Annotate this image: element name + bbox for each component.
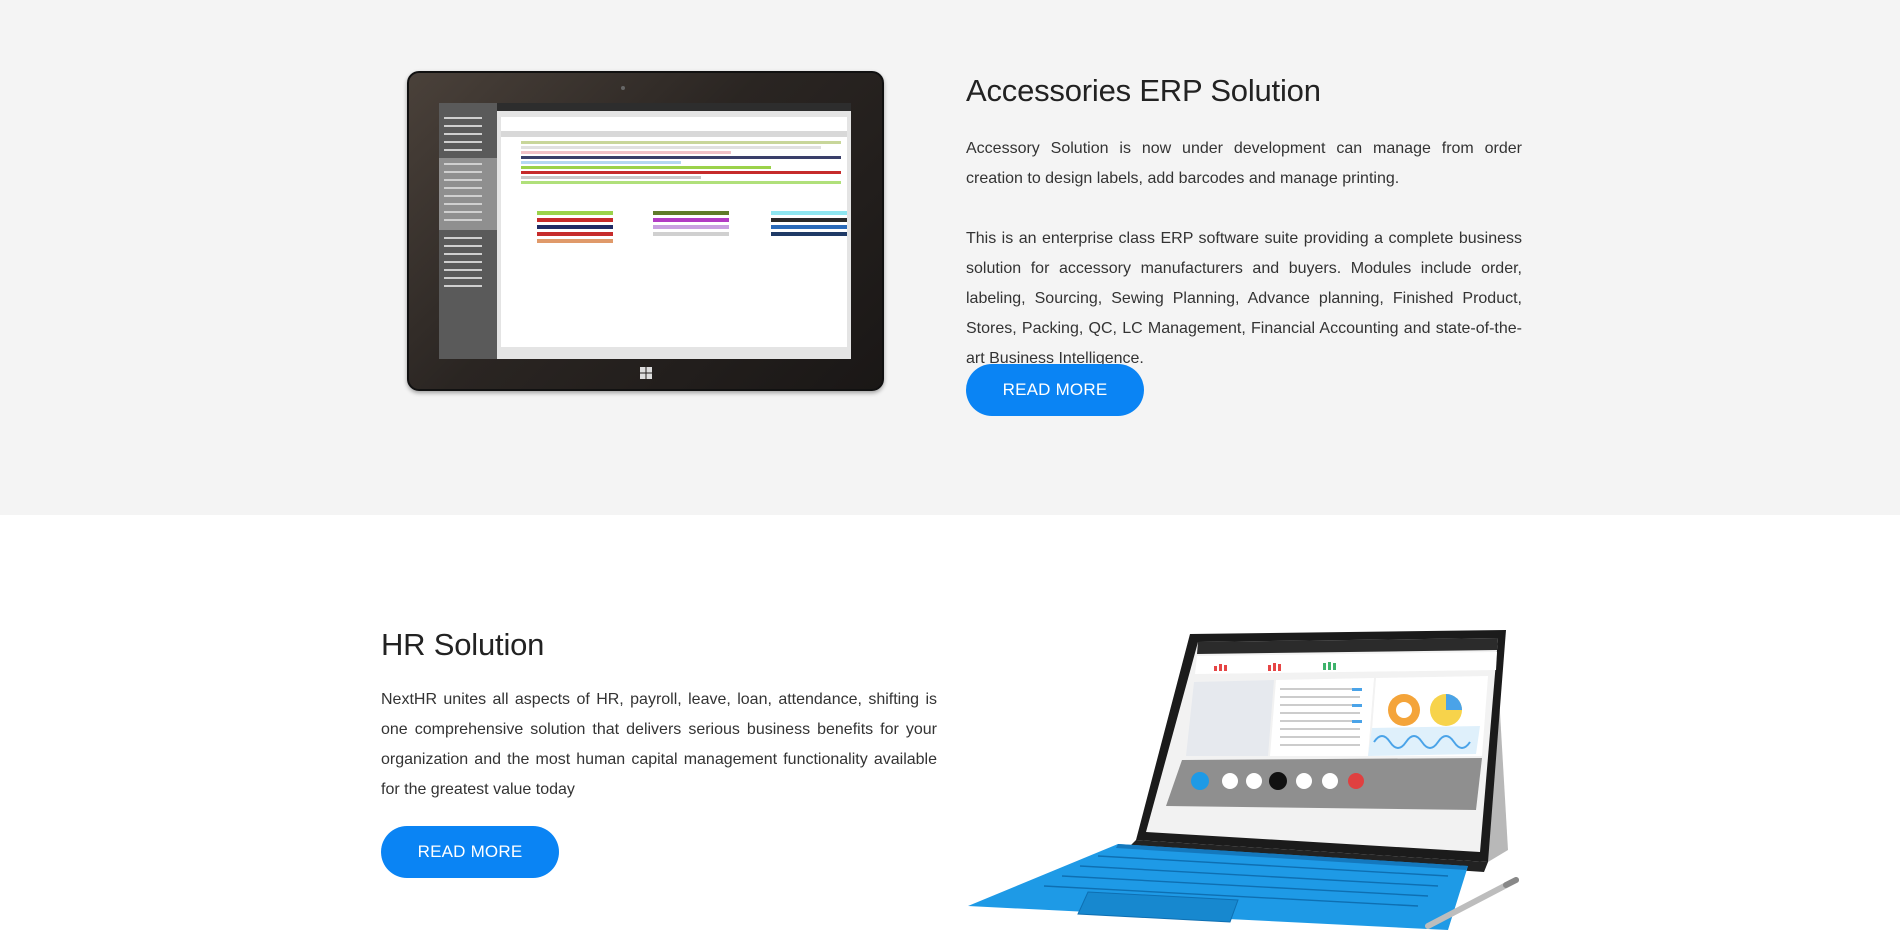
erp-app-screen <box>439 103 851 359</box>
erp-description-2: This is an enterprise class ERP software… <box>966 230 1522 367</box>
erp-topbar <box>497 103 851 111</box>
erp-section: Accessories ERP Solution Accessory Solut… <box>0 0 1900 515</box>
erp-sidebar <box>439 103 497 359</box>
erp-title: Accessories ERP Solution <box>966 73 1321 108</box>
hr-surface-image <box>968 630 1519 930</box>
erp-tablet-image <box>407 71 884 391</box>
camera-dot <box>621 86 625 90</box>
hr-read-more-button[interactable]: READ MORE <box>381 826 559 878</box>
erp-description-1: Accessory Solution is now under developm… <box>966 140 1522 187</box>
erp-read-more-button[interactable]: READ MORE <box>966 364 1144 416</box>
hr-section: HR Solution NextHR unites all aspects of… <box>0 515 1900 935</box>
erp-gantt <box>501 117 847 347</box>
hr-description: NextHR unites all aspects of HR, payroll… <box>381 691 937 798</box>
hr-title: HR Solution <box>381 627 545 662</box>
windows-logo-icon <box>640 367 652 379</box>
